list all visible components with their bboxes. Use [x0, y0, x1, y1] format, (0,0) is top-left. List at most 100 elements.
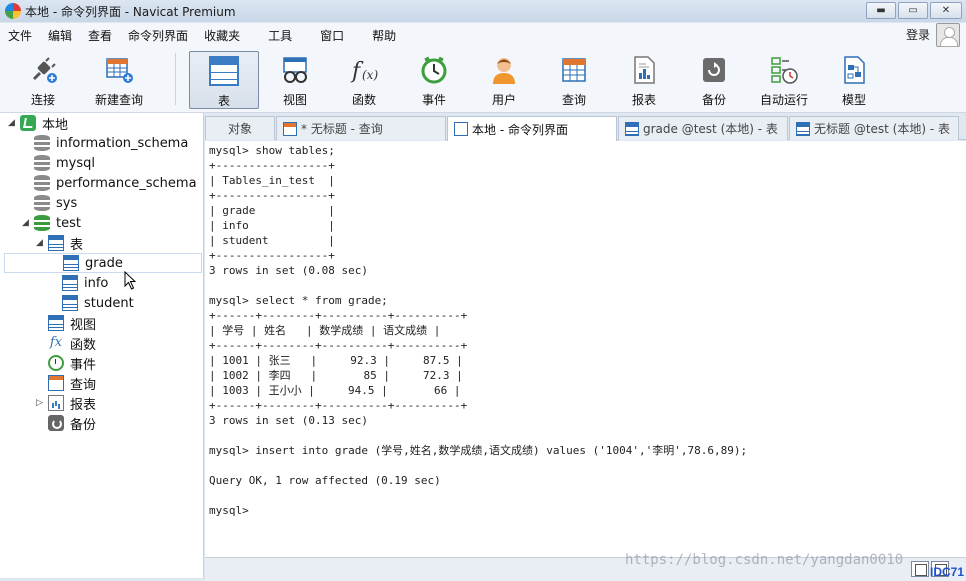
tree-table-grade[interactable]: grade [4, 253, 202, 273]
menu-favorites[interactable]: 收藏夹 [196, 27, 248, 44]
tab-bar: 对象 * 无标题 - 查询 本地 - 命令列界面 grade @test (本地… [205, 113, 966, 141]
console-line: +-----------------+ [209, 189, 335, 202]
console-line: | 1002 | 李四 | 85 | 72.3 | [209, 369, 463, 382]
tree-queries-group[interactable]: 查询 [48, 373, 96, 393]
tree-table-student[interactable]: student [62, 293, 134, 313]
tree-database-performance-schema[interactable]: performance_schema [34, 173, 197, 193]
tab-untitled-table[interactable]: 无标题 @test (本地) - 表 [789, 116, 959, 140]
function-icon: f (x) [349, 55, 379, 85]
close-button[interactable]: ✕ [930, 2, 962, 19]
console-line: | grade | [209, 204, 335, 217]
toolbar-view-button[interactable]: 视图 [260, 51, 330, 109]
toolbar-user-button[interactable]: 用户 [469, 51, 539, 109]
toolbar-query-button[interactable]: 查询 [539, 51, 609, 109]
event-icon [419, 55, 449, 85]
table-icon [209, 56, 239, 86]
toolbar-schedule-button[interactable]: 自动运行 [749, 51, 819, 109]
toolbar-new-query-button[interactable]: 新建查询 [84, 51, 154, 109]
menu-console[interactable]: 命令列界面 [120, 27, 196, 44]
toolbar-report-button[interactable]: 报表 [609, 51, 679, 109]
console-line: Query OK, 1 row affected (0.19 sec) [209, 474, 441, 487]
user-icon [489, 55, 519, 85]
login-link[interactable]: 登录 [906, 26, 930, 43]
console-line: +------+--------+----------+----------+ [209, 309, 468, 322]
menu-bar: 文件 编辑 查看 命令列界面 收藏夹 工具 窗口 帮助 登录 [0, 23, 966, 47]
toolbar-model-label: 模型 [841, 93, 866, 107]
tab-console[interactable]: 本地 - 命令列界面 [447, 116, 617, 141]
backups-label: 备份 [70, 417, 97, 433]
watermark-text: https://blog.csdn.net/yangdan0010 [625, 552, 904, 568]
console-line: mysql> select * from grade; [209, 294, 388, 307]
maximize-button[interactable]: ▭ [898, 2, 928, 19]
console-text[interactable]: mysql> show tables; +-----------------+ … [205, 141, 966, 520]
tree-database-information-schema[interactable]: information_schema [34, 133, 188, 153]
expand-arrow-icon[interactable]: ◢ [22, 218, 29, 228]
tree-tables-group[interactable]: 表 [48, 233, 83, 253]
menu-help[interactable]: 帮助 [364, 27, 404, 44]
console-line: | Tables_in_test | [209, 174, 335, 187]
tree-connection[interactable]: 本地 [20, 113, 68, 133]
event-icon [48, 355, 64, 371]
database-icon [34, 195, 50, 211]
window-controls: ▬ ▭ ✕ [866, 2, 962, 19]
plug-icon [28, 55, 58, 85]
tree-database-mysql[interactable]: mysql [34, 153, 95, 173]
toolbar-function-button[interactable]: f (x) 函数 [329, 51, 399, 109]
toolbar-schedule-label: 自动运行 [759, 93, 808, 107]
console-line: | info | [209, 219, 335, 232]
toolbar-event-button[interactable]: 事件 [399, 51, 469, 109]
menu-edit[interactable]: 编辑 [40, 27, 80, 44]
view-icon [280, 55, 310, 85]
tab-grade-table[interactable]: grade @test (本地) - 表 [618, 116, 788, 140]
expand-arrow-icon[interactable]: ◢ [8, 118, 15, 128]
menu-tools[interactable]: 工具 [260, 27, 300, 44]
collapsed-arrow-icon[interactable]: ▷ [36, 398, 43, 408]
layout-toggle-button[interactable] [911, 561, 929, 577]
svg-text:(x): (x) [362, 68, 378, 82]
expand-arrow-icon[interactable]: ◢ [36, 238, 43, 248]
console-line: 3 rows in set (0.13 sec) [209, 414, 368, 427]
query-icon [559, 55, 589, 85]
tree-functions-group[interactable]: fx 函数 [48, 333, 96, 353]
menu-view[interactable]: 查看 [80, 27, 120, 44]
toolbar-connect-button[interactable]: 连接 [8, 51, 78, 109]
console-line: mysql> show tables; [209, 144, 335, 157]
tab-objects[interactable]: 对象 [205, 116, 275, 140]
views-label: 视图 [70, 317, 97, 333]
database-icon [34, 135, 50, 151]
tree-views-group[interactable]: 视图 [48, 313, 96, 333]
tree-backups-group[interactable]: 备份 [48, 413, 96, 433]
toolbar-table-button[interactable]: 表 [189, 51, 259, 109]
table-name: student [84, 295, 134, 311]
tree-database-test[interactable]: test [34, 213, 81, 233]
menu-window[interactable]: 窗口 [312, 27, 352, 44]
console-line: +------+--------+----------+----------+ [209, 399, 468, 412]
tree-reports-group[interactable]: 报表 [48, 393, 96, 413]
database-name: mysql [56, 155, 95, 171]
report-icon [48, 395, 64, 411]
toolbar-separator [175, 53, 176, 105]
window-title: 本地 - 命令列界面 - Navicat Premium [25, 4, 236, 19]
console-line: +-----------------+ [209, 159, 335, 172]
toolbar-backup-button[interactable]: 备份 [679, 51, 749, 109]
connection-icon [20, 115, 36, 131]
mouse-cursor-icon [124, 271, 137, 290]
queries-label: 查询 [70, 377, 97, 393]
user-avatar-icon[interactable] [936, 23, 960, 47]
tree-table-info[interactable]: info [62, 273, 108, 293]
database-name: sys [56, 195, 78, 211]
tree-events-group[interactable]: 事件 [48, 353, 96, 373]
menu-file[interactable]: 文件 [0, 27, 40, 44]
console-line: | 1003 | 王小小 | 94.5 | 66 | [209, 384, 461, 397]
minimize-button[interactable]: ▬ [866, 2, 896, 19]
tab-label: * 无标题 - 查询 [301, 122, 383, 136]
toolbar-view-label: 视图 [282, 93, 307, 107]
table-group-icon [48, 235, 64, 251]
console-output[interactable]: mysql> show tables; +-----------------+ … [205, 141, 966, 557]
toolbar-table-label: 表 [217, 94, 230, 108]
toolbar-model-button[interactable]: 模型 [819, 51, 889, 109]
tab-untitled-query[interactable]: * 无标题 - 查询 [276, 116, 446, 140]
tree-database-sys[interactable]: sys [34, 193, 77, 213]
toolbar-query-label: 查询 [561, 93, 586, 107]
database-name: information_schema [56, 135, 189, 151]
